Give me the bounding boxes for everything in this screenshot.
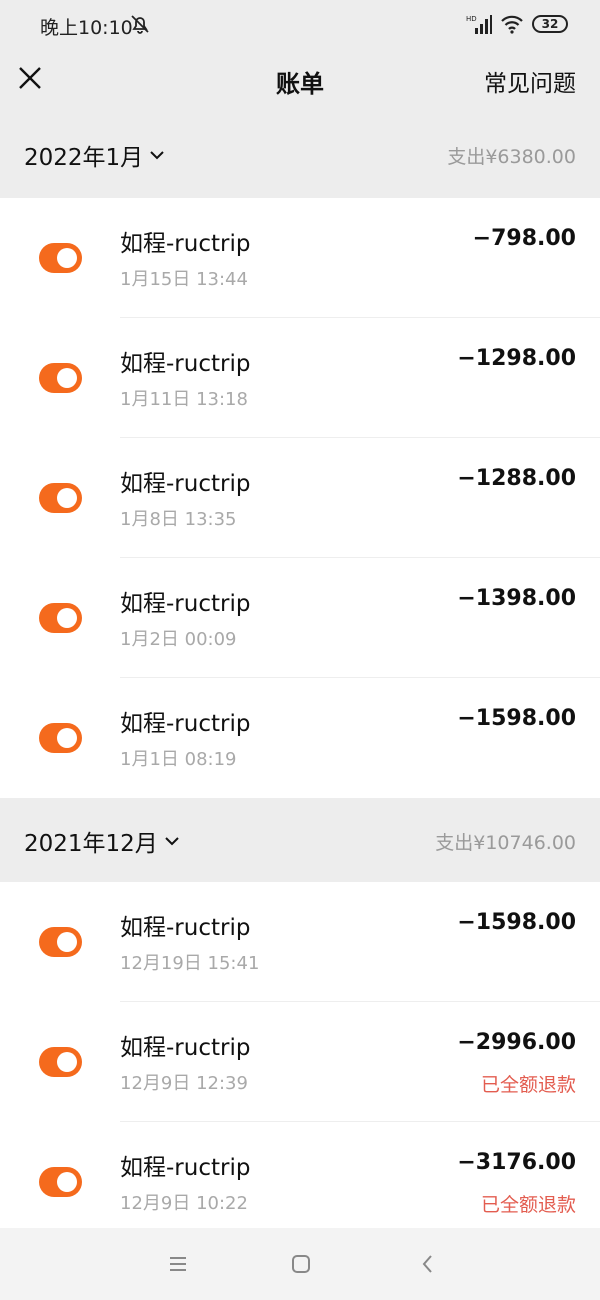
merchant-name: 如程-ructrip: [120, 711, 251, 737]
title-bar: 账单 常见问题: [0, 48, 600, 112]
merchant-toggle-icon: [39, 363, 82, 393]
transaction-row[interactable]: 如程-ructrip 12月19日 15:41 −1598.00: [0, 882, 600, 1002]
home-icon[interactable]: [287, 1250, 315, 1278]
transaction-row[interactable]: 如程-ructrip 1月11日 13:18 −1298.00: [0, 318, 600, 438]
transaction-amount: −1598.00: [457, 706, 576, 731]
transaction-time: 1月8日 13:35: [120, 509, 237, 530]
transaction-amount: −1398.00: [457, 586, 576, 611]
transaction-time: 12月9日 12:39: [120, 1073, 248, 1094]
transaction-time: 1月2日 00:09: [120, 629, 237, 650]
merchant-name: 如程-ructrip: [120, 591, 251, 617]
status-icons: HD 32: [466, 13, 568, 35]
merchant-toggle-icon: [39, 243, 82, 273]
signal-icon: HD: [466, 15, 492, 34]
transaction-row[interactable]: 如程-ructrip 1月8日 13:35 −1288.00: [0, 438, 600, 558]
merchant-toggle-icon: [39, 723, 82, 753]
transaction-amount: −3176.00: [457, 1150, 576, 1175]
transaction-list: 如程-ructrip 1月15日 13:44 −798.00 如程-ructri…: [0, 198, 600, 798]
month-label: 2021年12月: [24, 831, 158, 857]
merchant-name: 如程-ructrip: [120, 471, 251, 497]
merchant-name: 如程-ructrip: [120, 1035, 251, 1061]
transaction-amount: −1288.00: [457, 466, 576, 491]
merchant-name: 如程-ructrip: [120, 351, 251, 377]
month-header: 2022年1月 支出¥6380.00: [0, 112, 600, 196]
month-label: 2022年1月: [24, 145, 144, 171]
transaction-amount: −2996.00: [457, 1030, 576, 1055]
chevron-down-icon: [165, 837, 179, 846]
merchant-toggle-icon: [39, 603, 82, 633]
transaction-row[interactable]: 如程-ructrip 12月9日 10:22 −3176.00 已全额退款: [0, 1122, 600, 1242]
merchant-name: 如程-ructrip: [120, 231, 251, 257]
transaction-time: 12月9日 10:22: [120, 1193, 248, 1214]
status-time: 晚上10:10: [40, 17, 133, 39]
transaction-row[interactable]: 如程-ructrip 1月15日 13:44 −798.00: [0, 198, 600, 318]
transaction-time: 1月11日 13:18: [120, 389, 248, 410]
mute-icon: [131, 15, 149, 34]
merchant-toggle-icon: [39, 1167, 82, 1197]
svg-text:HD: HD: [466, 15, 477, 23]
status-bar: 晚上10:10 HD 32: [0, 0, 600, 48]
menu-icon[interactable]: [164, 1250, 192, 1278]
wifi-icon: [501, 15, 523, 34]
faq-link[interactable]: 常见问题: [484, 64, 576, 98]
chevron-down-icon: [150, 151, 164, 160]
back-icon[interactable]: [414, 1250, 442, 1278]
transaction-time: 1月15日 13:44: [120, 269, 248, 290]
month-total: 支出¥10746.00: [435, 832, 576, 854]
month-picker[interactable]: 2021年12月: [24, 824, 180, 858]
transaction-row[interactable]: 如程-ructrip 12月9日 12:39 −2996.00 已全额退款: [0, 1002, 600, 1122]
merchant-name: 如程-ructrip: [120, 915, 251, 941]
transaction-row[interactable]: 如程-ructrip 1月2日 00:09 −1398.00: [0, 558, 600, 678]
transaction-time: 12月19日 15:41: [120, 953, 260, 974]
merchant-toggle-icon: [39, 1047, 82, 1077]
month-total: 支出¥6380.00: [447, 146, 576, 168]
transaction-amount: −798.00: [472, 226, 576, 251]
month-picker[interactable]: 2022年1月: [24, 138, 165, 172]
merchant-name: 如程-ructrip: [120, 1155, 251, 1181]
refund-status: 已全额退款: [480, 1074, 576, 1096]
refund-status: 已全额退款: [480, 1194, 576, 1216]
merchant-toggle-icon: [39, 483, 82, 513]
transaction-list: 如程-ructrip 12月19日 15:41 −1598.00 如程-ruct…: [0, 882, 600, 1242]
merchant-toggle-icon: [39, 927, 82, 957]
transaction-row[interactable]: 如程-ructrip 1月1日 08:19 −1598.00: [0, 678, 600, 798]
month-header: 2021年12月 支出¥10746.00: [0, 798, 600, 882]
system-nav-bar: [0, 1228, 600, 1300]
transaction-amount: −1598.00: [457, 910, 576, 935]
battery-icon: 32: [532, 15, 568, 33]
transaction-amount: −1298.00: [457, 346, 576, 371]
transaction-time: 1月1日 08:19: [120, 749, 237, 770]
